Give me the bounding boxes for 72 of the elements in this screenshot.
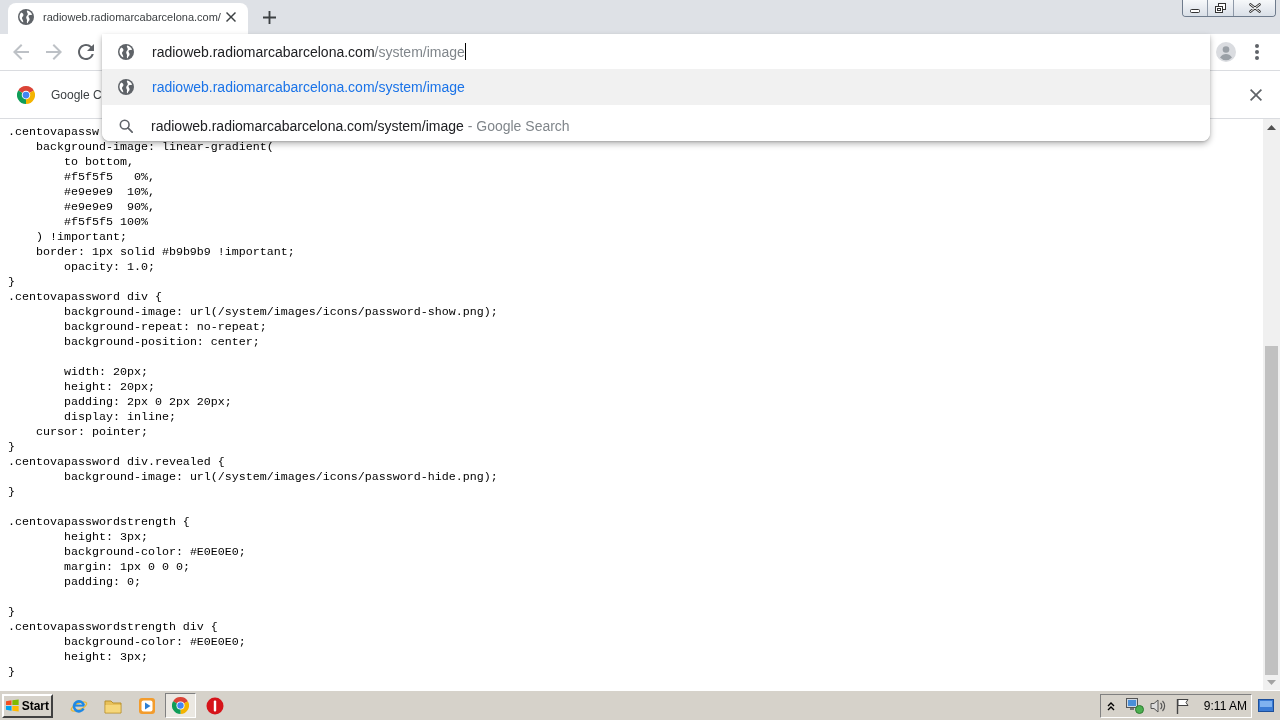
code-line: background-position: center; xyxy=(63,335,260,349)
code-line: .centovapassword div.revealed { xyxy=(8,455,225,469)
avatar-icon[interactable] xyxy=(1216,42,1236,62)
text-cursor xyxy=(464,43,466,60)
folder-icon xyxy=(103,697,122,714)
code-line: } xyxy=(8,485,15,499)
code-line: background-image: url(/system/images/icons/password-hide.png); xyxy=(63,470,498,484)
code-line: padding: 0; xyxy=(63,575,141,589)
close-icon xyxy=(1248,3,1261,13)
code-line: background-color: #E0E0E0; xyxy=(63,635,246,649)
code-line: .centovapasswordstrength { xyxy=(8,515,190,529)
code-line: } xyxy=(8,440,15,454)
restore-button[interactable] xyxy=(1207,0,1233,16)
restore-icon xyxy=(1215,3,1226,13)
speaker-icon[interactable] xyxy=(1149,697,1166,714)
code-line: display: inline; xyxy=(63,410,176,424)
close-icon[interactable] xyxy=(1250,88,1262,101)
start-button[interactable]: Start xyxy=(2,693,53,718)
code-line: background-repeat: no-repeat; xyxy=(63,320,267,334)
code-line: #f5f5f5 0%, xyxy=(63,170,155,184)
globe-icon xyxy=(118,79,134,95)
code-line: #f5f5f5 100% xyxy=(63,215,148,229)
code-line: #e9e9e9 90%, xyxy=(63,200,155,214)
more-menu-icon[interactable] xyxy=(1255,44,1259,60)
code-line: height: 3px; xyxy=(63,530,148,544)
address-field[interactable]: radioweb.radiomarcabarcelona.com/system/image xyxy=(102,34,1210,69)
code-line: margin: 1px 0 0 0; xyxy=(63,560,190,574)
infobar-text: Google C xyxy=(51,87,102,102)
play-icon xyxy=(137,696,156,715)
code-line: opacity: 1.0; xyxy=(63,260,155,274)
reload-icon[interactable] xyxy=(78,44,94,60)
suggestion-item[interactable]: radioweb.radiomarcabarcelona.com/system/image xyxy=(102,69,1210,105)
code-line: .centovapassword div { xyxy=(8,290,162,304)
code-line: height: 20px; xyxy=(63,380,155,394)
code-line: .centovapasswordstrength div { xyxy=(8,620,218,634)
chevron-up-icon[interactable] xyxy=(1106,700,1115,711)
globe-icon xyxy=(118,43,134,60)
code-line: cursor: pointer; xyxy=(36,425,148,439)
scrollbar-thumb[interactable] xyxy=(1265,346,1278,675)
code-line: padding: 2px 0 2px 20px; xyxy=(63,395,232,409)
code-line: #e9e9e9 10%, xyxy=(63,185,155,199)
browser-logo-icon xyxy=(172,697,189,714)
code-line: background-color: #E0E0E0; xyxy=(63,545,246,559)
close-window-button[interactable] xyxy=(1233,0,1275,16)
browser-logo-icon xyxy=(17,85,35,104)
code-line: border: 1px solid #b9b9b9 !important; xyxy=(36,245,295,259)
code-line: height: 3px; xyxy=(63,650,148,664)
browser-tab[interactable]: radioweb.radiomarcabarcelona.com/ xyxy=(8,3,248,34)
minimize-button[interactable] xyxy=(1183,0,1207,16)
scroll-up-icon[interactable] xyxy=(1267,125,1276,130)
code-line: to bottom, xyxy=(63,155,134,169)
code-line: background-image: url(/system/images/icons/password-show.png); xyxy=(63,305,498,319)
clock-text[interactable]: 9:11 AM xyxy=(1203,698,1247,713)
code-line: ) !important; xyxy=(36,230,127,244)
code-line: .centovapassw xyxy=(8,125,99,139)
code-line: background-image: linear-gradient( xyxy=(36,140,274,154)
taskbar-button[interactable] xyxy=(165,693,196,718)
flag-icon[interactable] xyxy=(1175,697,1190,714)
code-line: } xyxy=(8,605,15,619)
flag-logo-icon xyxy=(6,698,19,713)
code-line: width: 20px; xyxy=(63,365,148,379)
code-line: } xyxy=(8,275,15,289)
code-line: } xyxy=(8,665,15,679)
globe-icon xyxy=(18,9,34,25)
minimize-icon xyxy=(1190,9,1200,13)
close-icon[interactable] xyxy=(226,12,236,22)
search-icon xyxy=(119,118,133,133)
plus-icon[interactable] xyxy=(263,10,276,24)
alert-circle-icon xyxy=(205,696,224,715)
show-desktop-icon[interactable] xyxy=(1258,699,1274,712)
suggestion-item[interactable]: radioweb.radiomarcabarcelona.com/system/image - Google Search xyxy=(102,105,1210,141)
network-icon[interactable] xyxy=(1125,697,1144,714)
